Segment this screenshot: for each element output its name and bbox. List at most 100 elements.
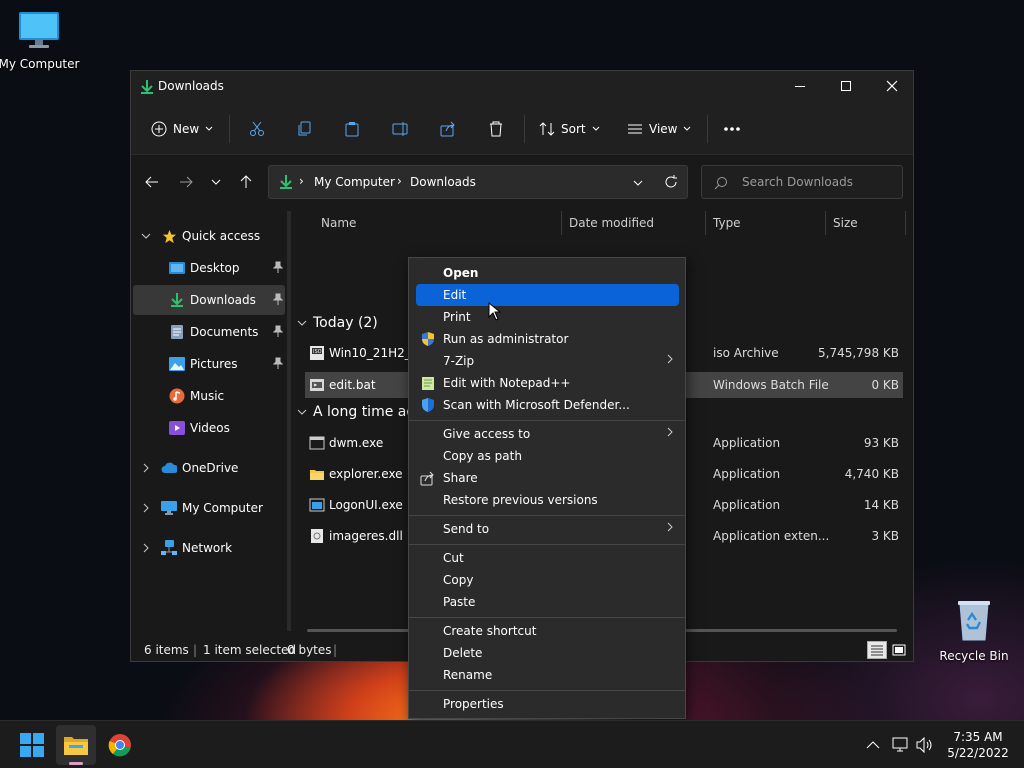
copy-button[interactable] bbox=[297, 117, 313, 141]
nav-documents[interactable]: Documents bbox=[133, 317, 285, 347]
file-name: edit.bat bbox=[329, 378, 376, 392]
trash-icon bbox=[490, 121, 502, 137]
menu-item-create-shortcut[interactable]: Create shortcut bbox=[416, 620, 679, 642]
menu-item-open[interactable]: Open bbox=[416, 262, 679, 284]
menu-item-rename[interactable]: Rename bbox=[416, 664, 679, 686]
nav-my-computer[interactable]: My Computer bbox=[133, 493, 285, 523]
nav-label: Pictures bbox=[190, 357, 238, 371]
group-label: Today (2) bbox=[313, 315, 378, 331]
taskbar-file-explorer[interactable] bbox=[56, 725, 96, 765]
pin-icon bbox=[273, 261, 283, 273]
navigation-pane-scrollbar[interactable] bbox=[287, 211, 291, 631]
up-button[interactable] bbox=[235, 171, 257, 193]
nav-pictures[interactable]: Pictures bbox=[133, 349, 285, 379]
menu-item-7zip[interactable]: 7-Zip bbox=[416, 350, 679, 372]
back-button[interactable] bbox=[141, 171, 163, 193]
tiles-view-icon bbox=[892, 644, 906, 656]
nav-onedrive[interactable]: OneDrive bbox=[133, 453, 285, 483]
network-icon[interactable] bbox=[892, 737, 910, 753]
menu-item-send-to[interactable]: Send to bbox=[416, 518, 679, 540]
column-header-name[interactable]: Name bbox=[321, 211, 356, 235]
new-label: New bbox=[173, 122, 200, 136]
menu-item-copy[interactable]: Copy bbox=[416, 569, 679, 591]
file-size: 0 KB bbox=[871, 378, 899, 392]
file-size: 5,745,798 KB bbox=[818, 346, 899, 360]
menu-item-delete[interactable]: Delete bbox=[416, 642, 679, 664]
file-size: 14 KB bbox=[863, 498, 899, 512]
paste-button[interactable] bbox=[344, 117, 360, 141]
download-icon bbox=[140, 79, 154, 98]
address-bar[interactable]: › My Computer › Downloads bbox=[268, 165, 688, 199]
column-header-date[interactable]: Date modified bbox=[569, 211, 654, 235]
nav-downloads[interactable]: Downloads bbox=[133, 285, 285, 315]
monitor-icon bbox=[19, 12, 59, 48]
group-today[interactable]: Today (2) bbox=[297, 315, 378, 331]
rename-button[interactable] bbox=[392, 117, 410, 141]
system-clock[interactable]: 7:35 AM 5/22/2022 bbox=[935, 729, 1021, 761]
download-icon bbox=[280, 175, 292, 189]
close-button[interactable] bbox=[869, 71, 915, 101]
document-icon bbox=[169, 324, 185, 340]
sort-button[interactable]: Sort bbox=[539, 117, 600, 141]
breadcrumb-downloads[interactable]: Downloads bbox=[410, 175, 476, 189]
nav-music[interactable]: Music bbox=[133, 381, 285, 411]
share-button[interactable] bbox=[440, 117, 456, 141]
pin-icon bbox=[273, 357, 283, 369]
search-box[interactable]: Search Downloads bbox=[701, 165, 903, 199]
group-long-time-ago[interactable]: A long time ag bbox=[297, 404, 415, 420]
chevron-down-icon bbox=[141, 233, 151, 239]
windows-logo-icon bbox=[20, 733, 44, 757]
column-header-type[interactable]: Type bbox=[713, 211, 741, 235]
recent-locations-button[interactable] bbox=[205, 171, 227, 193]
more-options-button[interactable] bbox=[723, 117, 741, 141]
view-button[interactable]: View bbox=[627, 117, 691, 141]
refresh-icon[interactable] bbox=[664, 175, 678, 189]
new-button[interactable]: New bbox=[151, 117, 213, 141]
menu-item-scan-with-defender[interactable]: Scan with Microsoft Defender... bbox=[416, 394, 679, 416]
chevron-right-icon bbox=[667, 354, 673, 364]
nav-desktop[interactable]: Desktop bbox=[133, 253, 285, 283]
menu-item-give-access-to[interactable]: Give access to bbox=[416, 423, 679, 445]
file-type: Windows Batch File bbox=[713, 378, 829, 392]
tiles-view-toggle[interactable] bbox=[889, 641, 909, 659]
column-header-size[interactable]: Size bbox=[833, 211, 858, 235]
group-label: A long time ag bbox=[313, 404, 416, 420]
taskbar-chrome[interactable] bbox=[100, 725, 140, 765]
forward-button[interactable] bbox=[175, 171, 197, 193]
desktop-icon-my-computer[interactable]: My Computer bbox=[0, 10, 81, 71]
start-button[interactable] bbox=[12, 725, 52, 765]
nav-videos[interactable]: Videos bbox=[133, 413, 285, 443]
menu-item-edit-with-notepad-plus-plus[interactable]: Edit with Notepad++ bbox=[416, 372, 679, 394]
defender-shield-icon bbox=[422, 398, 434, 412]
nav-quick-access[interactable]: Quick access bbox=[133, 221, 285, 251]
breadcrumb-my-computer[interactable]: My Computer bbox=[314, 175, 395, 189]
title-bar[interactable]: Downloads bbox=[131, 71, 913, 103]
recycle-bin-icon bbox=[958, 601, 990, 641]
menu-item-copy-as-path[interactable]: Copy as path bbox=[416, 445, 679, 467]
menu-item-print[interactable]: Print bbox=[416, 306, 679, 328]
chevron-down-icon bbox=[684, 126, 691, 131]
arrow-left-icon bbox=[145, 176, 158, 188]
delete-button[interactable] bbox=[488, 117, 504, 141]
file-name: dwm.exe bbox=[329, 436, 384, 450]
menu-item-run-as-administrator[interactable]: Run as administrator bbox=[416, 328, 679, 350]
desktop-icon-recycle-bin[interactable]: Recycle Bin bbox=[932, 598, 1016, 663]
menu-item-paste[interactable]: Paste bbox=[416, 591, 679, 613]
folder-icon bbox=[310, 470, 324, 480]
volume-icon[interactable] bbox=[916, 737, 934, 753]
menu-item-cut[interactable]: Cut bbox=[416, 547, 679, 569]
nav-network[interactable]: Network bbox=[133, 533, 285, 563]
disc-image-icon: ISO bbox=[310, 346, 324, 360]
maximize-button[interactable] bbox=[823, 71, 869, 101]
maximize-icon bbox=[841, 81, 851, 91]
file-size: 3 KB bbox=[871, 529, 899, 543]
menu-item-restore-previous-versions[interactable]: Restore previous versions bbox=[416, 489, 679, 511]
menu-item-edit[interactable]: Edit bbox=[416, 284, 679, 306]
chevron-down-icon[interactable] bbox=[633, 180, 643, 186]
menu-item-share[interactable]: Share bbox=[416, 467, 679, 489]
minimize-button[interactable] bbox=[777, 71, 823, 101]
cut-button[interactable] bbox=[249, 117, 265, 141]
chevron-up-icon[interactable] bbox=[866, 740, 880, 750]
menu-item-properties[interactable]: Properties bbox=[416, 693, 679, 715]
details-view-toggle[interactable] bbox=[867, 641, 887, 659]
